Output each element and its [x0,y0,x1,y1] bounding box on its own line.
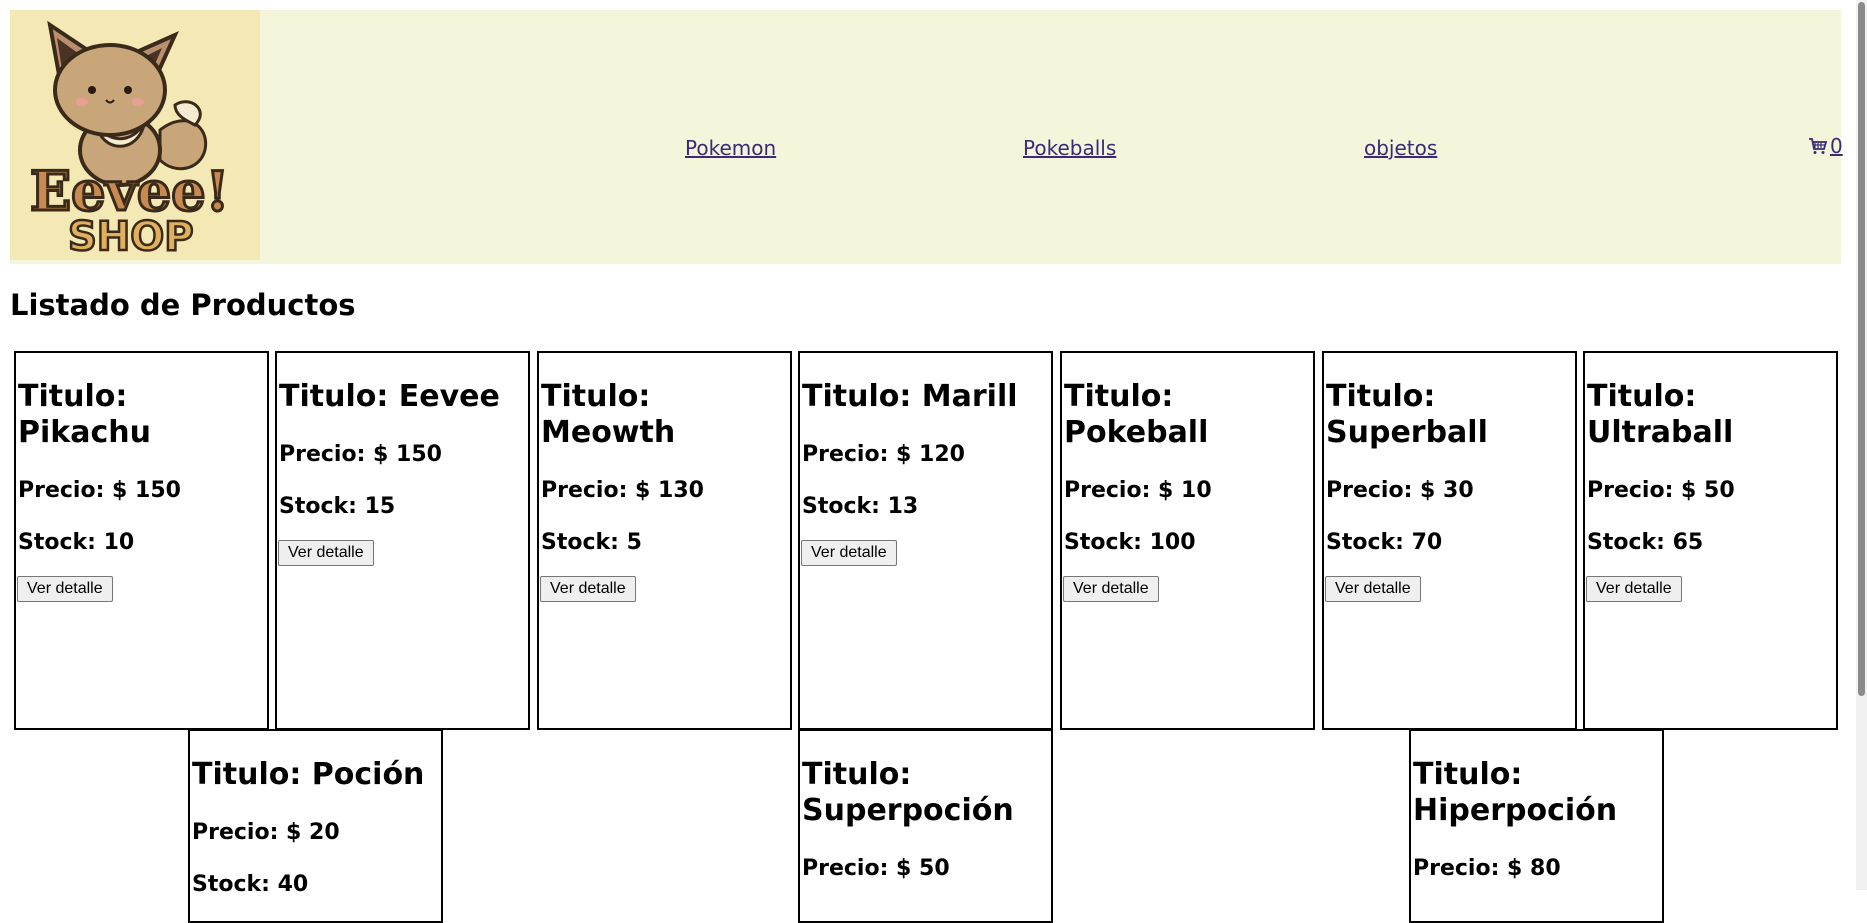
product-title: Titulo: Poción [192,757,425,792]
ver-detalle-button[interactable]: Ver detalle [1586,576,1682,602]
product-price: Precio: $ 80 [1413,856,1561,881]
site-header: Eevee! SHOP Pokemon Pokeballs objetos 0 [10,10,1843,264]
ver-detalle-button[interactable]: Ver detalle [17,576,113,602]
ver-detalle-button[interactable]: Ver detalle [1063,576,1159,602]
page: Eevee! SHOP Pokemon Pokeballs objetos 0 … [0,0,1856,923]
product-title: Titulo: Marill [802,379,1018,414]
product-card: Titulo: Hiperpoción Precio: $ 80 [1409,729,1664,923]
product-card: Titulo: Meowth Precio: $ 130 Stock: 5 Ve… [537,351,792,730]
product-price: Precio: $ 150 [279,442,442,467]
cart-link[interactable]: 0 [1808,134,1843,158]
nav-link-pokeballs[interactable]: Pokeballs [1023,136,1116,160]
product-card: Titulo: Ultraball Precio: $ 50 Stock: 65… [1583,351,1838,730]
nav-link-objetos[interactable]: objetos [1364,136,1437,160]
product-price: Precio: $ 20 [192,820,340,845]
product-title: Titulo: Eevee [279,379,500,414]
ver-detalle-button[interactable]: Ver detalle [801,540,897,566]
eevee-mascot-icon: Eevee! SHOP [29,20,231,261]
product-title: Titulo: Ultraball [1587,379,1734,450]
product-price: Precio: $ 120 [802,442,965,467]
ver-detalle-button[interactable]: Ver detalle [278,540,374,566]
product-card: Titulo: Pokeball Precio: $ 10 Stock: 100… [1060,351,1315,730]
product-stock: Stock: 13 [802,494,919,519]
vertical-scrollbar[interactable] [1856,0,1867,890]
product-card: Titulo: Marill Precio: $ 120 Stock: 13 V… [798,351,1053,730]
product-price: Precio: $ 150 [18,478,181,503]
product-stock: Stock: 15 [279,494,396,519]
product-price: Precio: $ 130 [541,478,704,503]
page-title: Listado de Productos [10,288,356,322]
product-title: Titulo: Meowth [541,379,676,450]
product-card: Titulo: Superball Precio: $ 30 Stock: 70… [1322,351,1577,730]
product-stock: Stock: 5 [541,530,642,555]
product-price: Precio: $ 50 [1587,478,1735,503]
product-card: Titulo: Poción Precio: $ 20 Stock: 40 [188,729,443,923]
product-title: Titulo: Pikachu [18,379,151,450]
product-price: Precio: $ 10 [1064,478,1212,503]
product-stock: Stock: 65 [1587,530,1704,555]
eevee-shop-logo[interactable]: Eevee! SHOP [10,10,260,261]
product-stock: Stock: 70 [1326,530,1443,555]
product-title: Titulo: Pokeball [1064,379,1209,450]
product-card: Titulo: Pikachu Precio: $ 150 Stock: 10 … [14,351,269,730]
nav-link-pokemon[interactable]: Pokemon [685,136,776,160]
product-price: Precio: $ 30 [1326,478,1474,503]
ver-detalle-button[interactable]: Ver detalle [540,576,636,602]
product-stock: Stock: 40 [192,872,309,897]
product-title: Titulo: Superpoción [802,757,1014,828]
product-title: Titulo: Superball [1326,379,1488,450]
ver-detalle-button[interactable]: Ver detalle [1325,576,1421,602]
product-card: Titulo: Superpoción Precio: $ 50 [798,729,1053,923]
product-card: Titulo: Eevee Precio: $ 150 Stock: 15 Ve… [275,351,530,730]
cart-count: 0 [1830,134,1843,158]
product-price: Precio: $ 50 [802,856,950,881]
product-stock: Stock: 100 [1064,530,1196,555]
cart-icon [1809,138,1828,154]
product-title: Titulo: Hiperpoción [1413,757,1618,828]
product-stock: Stock: 10 [18,530,135,555]
scrollbar-thumb[interactable] [1858,2,1865,696]
logo-text-2: SHOP [68,214,194,260]
